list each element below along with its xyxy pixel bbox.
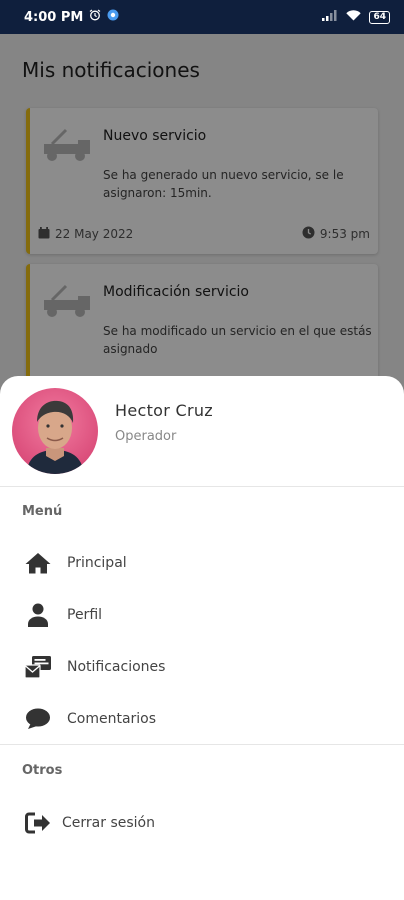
status-time: 4:00 PM <box>24 9 84 25</box>
battery-icon: 64 <box>369 10 390 24</box>
navigation-drawer: Hector Cruz Operador Menú Principal Perf… <box>0 376 404 900</box>
home-icon <box>24 549 52 577</box>
user-name: Hector Cruz <box>115 401 213 420</box>
avatar <box>12 388 98 474</box>
menu-item-label: Comentarios <box>67 711 157 727</box>
logout-label: Cerrar sesión <box>62 815 155 831</box>
menu-item-principal[interactable]: Principal <box>24 543 384 583</box>
menu-item-label: Notificaciones <box>67 659 166 675</box>
comment-icon <box>24 705 52 733</box>
others-section-heading: Otros <box>22 763 63 778</box>
signal-icon <box>322 9 338 25</box>
status-bar: 4:00 PM 64 <box>0 0 404 34</box>
logout-icon <box>24 809 52 837</box>
menu-item-comentarios[interactable]: Comentarios <box>24 699 384 739</box>
wifi-icon <box>346 9 362 25</box>
logout-button[interactable]: Cerrar sesión <box>24 803 384 843</box>
menu-section-heading: Menú <box>22 504 63 519</box>
menu-item-label: Perfil <box>67 607 103 623</box>
menu-item-label: Principal <box>67 555 127 571</box>
alarm-icon <box>89 9 101 25</box>
menu-item-perfil[interactable]: Perfil <box>24 595 384 635</box>
notifications-icon <box>24 653 52 681</box>
person-icon <box>24 601 52 629</box>
divider <box>0 486 404 487</box>
menu-item-notificaciones[interactable]: Notificaciones <box>24 647 384 687</box>
app-notification-icon <box>107 9 119 25</box>
user-role: Operador <box>115 429 177 444</box>
divider <box>0 744 404 745</box>
